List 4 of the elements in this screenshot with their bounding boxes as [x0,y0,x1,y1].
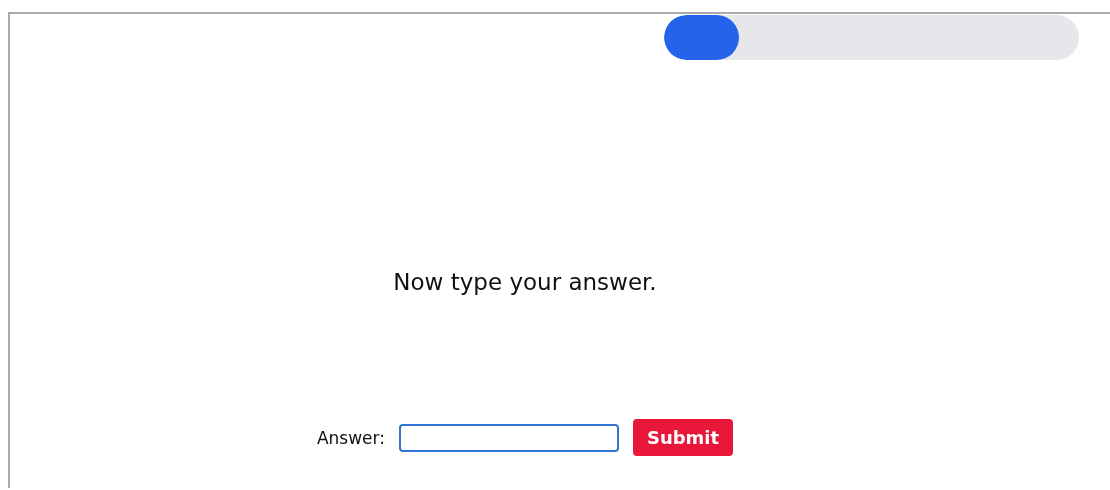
answer-field[interactable] [398,423,619,452]
prompt-text: Now type your answer. [393,269,657,295]
answer-label: Answer: [316,427,385,448]
submit-button[interactable]: Submit [632,419,734,456]
